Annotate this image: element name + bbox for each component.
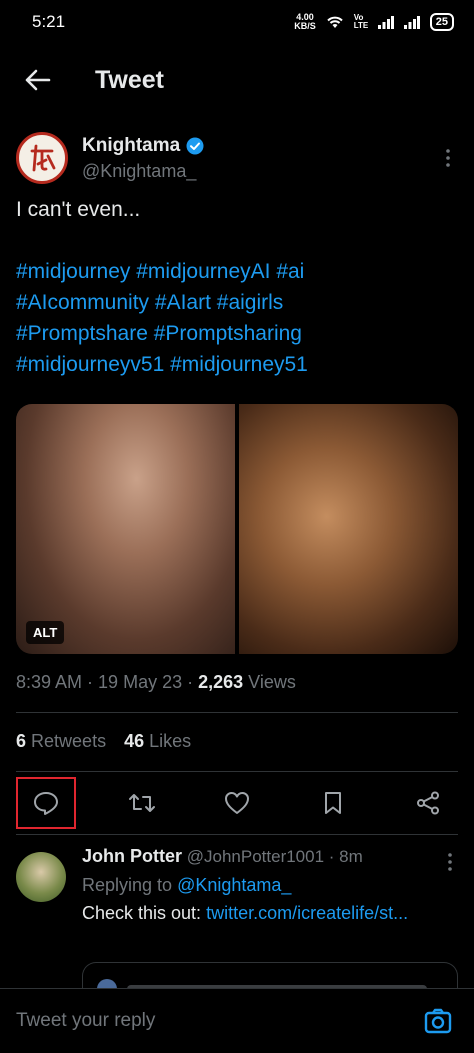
signal-icon: [377, 15, 394, 29]
header: Tweet: [0, 52, 474, 108]
avatar[interactable]: [16, 852, 66, 902]
tweet-meta: 8:39 AM · 19 May 23 · 2,263 Views: [16, 672, 296, 692]
tweet-media: ALT: [16, 404, 458, 654]
camera-button[interactable]: [418, 1001, 458, 1041]
hashtag-link[interactable]: #AIcommunity: [16, 291, 149, 314]
comment-icon: [34, 792, 58, 815]
divider: [16, 771, 458, 772]
arrow-left-icon: [25, 69, 51, 91]
reply-author-name[interactable]: John Potter: [82, 846, 182, 866]
page-title: Tweet: [95, 65, 164, 94]
avatar[interactable]: [16, 132, 68, 184]
like-button[interactable]: [207, 777, 267, 829]
volte-label: Vo LTE: [353, 13, 369, 30]
reply-composer: [0, 988, 474, 1053]
net-speed: 4.00 KB/S: [294, 12, 316, 31]
tweet-text: I can't even...: [16, 198, 141, 221]
alt-badge[interactable]: ALT: [26, 621, 65, 644]
tweet-author: Knightama @Knightama_: [16, 128, 458, 188]
status-icons: 4.00 KB/S Vo LTE 25: [294, 13, 454, 31]
retweet-icon: [128, 794, 155, 812]
hashtags: #midjourney #midjourneyAI #ai #AIcommuni…: [16, 256, 461, 380]
back-button[interactable]: [16, 58, 60, 102]
media-image-2[interactable]: [239, 404, 458, 654]
divider: [16, 834, 458, 835]
share-icon: [417, 791, 439, 815]
bookmark-button[interactable]: [303, 777, 363, 829]
more-options-button[interactable]: [442, 850, 458, 874]
hashtag-link[interactable]: #midjourney: [16, 260, 130, 283]
reply-link[interactable]: twitter.com/icreatelife/st...: [206, 903, 408, 923]
tweet-date: 19 May 23: [98, 672, 183, 692]
hashtag-link[interactable]: #ai: [276, 260, 304, 283]
bookmark-icon: [324, 792, 341, 814]
hashtag-link[interactable]: #midjourneyv51: [16, 353, 164, 376]
likes-stat[interactable]: 46 Likes: [124, 731, 191, 752]
reply-button[interactable]: [16, 777, 76, 829]
replying-to-link[interactable]: @Knightama_: [177, 875, 291, 895]
more-options-button[interactable]: [438, 143, 458, 173]
hashtag-link[interactable]: #Promptsharing: [154, 322, 302, 345]
views-label: Views: [248, 672, 296, 692]
reply-body: John Potter @JohnPotter1001 · 8m Replyin…: [82, 846, 452, 926]
more-vertical-icon: [448, 853, 452, 871]
hashtag-link[interactable]: #Promptshare: [16, 322, 148, 345]
hashtag-link[interactable]: #midjourneyAI: [136, 260, 270, 283]
hashtag-link[interactable]: #midjourney51: [170, 353, 308, 376]
reply-text: Check this out: twitter.com/icreatelife/…: [82, 903, 409, 923]
replying-to: Replying to @Knightama_: [82, 875, 292, 895]
status-bar: 5:21 4.00 KB/S Vo LTE 25: [0, 0, 474, 44]
media-image-1[interactable]: ALT: [16, 404, 235, 654]
tweet-actions: [16, 775, 458, 831]
views-count: 2,263: [198, 672, 244, 692]
tweet-stats: 6 Retweets 46 Likes: [16, 731, 191, 752]
tweet-time: 8:39 AM: [16, 672, 83, 692]
reply-header: John Potter @JohnPotter1001 · 8m: [82, 846, 363, 866]
author-names: Knightama @Knightama_: [82, 135, 438, 182]
camera-icon: [424, 1008, 452, 1034]
knight-logo-icon: [30, 144, 56, 172]
author-name[interactable]: Knightama: [82, 135, 180, 157]
divider: [16, 712, 458, 713]
status-time: 5:21: [32, 12, 66, 31]
wifi-icon: [327, 16, 343, 28]
author-handle[interactable]: @Knightama_: [82, 161, 438, 182]
reply-author-handle[interactable]: @JohnPotter1001: [187, 847, 324, 866]
battery-icon: 25: [429, 13, 454, 31]
signal-icon-2: [403, 15, 420, 29]
heart-icon: [225, 792, 249, 814]
share-button[interactable]: [398, 777, 458, 829]
more-vertical-icon: [446, 149, 450, 167]
hashtag-link[interactable]: #AIart: [155, 291, 211, 314]
hashtag-link[interactable]: #aigirls: [217, 291, 284, 314]
retweets-stat[interactable]: 6 Retweets: [16, 731, 106, 752]
retweet-button[interactable]: [112, 777, 172, 829]
reply-input[interactable]: [16, 1010, 418, 1032]
reply-time: 8m: [339, 847, 363, 866]
verified-badge-icon: [186, 137, 204, 154]
